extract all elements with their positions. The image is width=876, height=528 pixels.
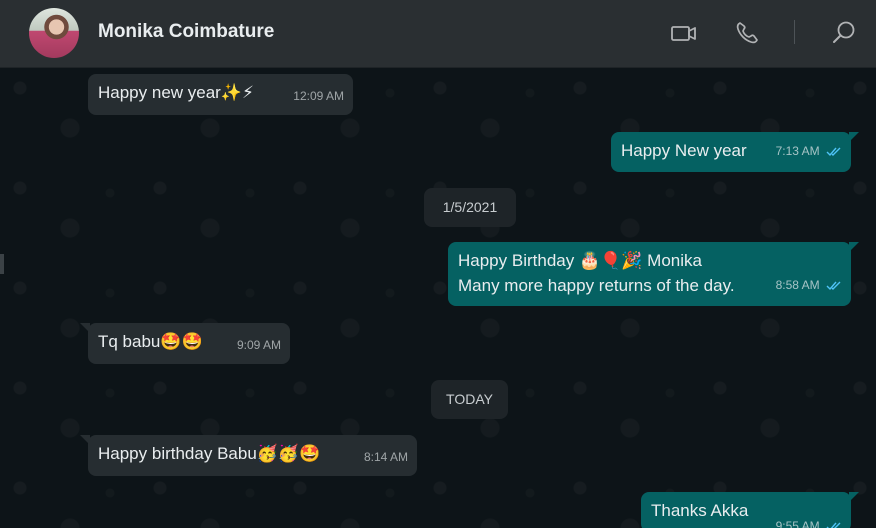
scrollbar-thumb[interactable] — [0, 254, 4, 274]
message-bubble-incoming[interactable]: Happy birthday Babu🥳🥳🤩 8:14 AM — [80, 435, 417, 476]
message-text-line: Happy Birthday 🎂🎈🎉 Monika — [458, 251, 702, 270]
message-text: Happy new year✨⚡ — [98, 83, 254, 102]
chat-header: Monika Coimbature — [0, 0, 876, 68]
message-time: 7:13 AM — [775, 144, 820, 158]
message-bubble-outgoing[interactable]: Happy Birthday 🎂🎈🎉 Monika Many more happ… — [448, 242, 859, 306]
message-time: 9:55 AM — [775, 519, 820, 528]
message-time: 8:14 AM — [363, 450, 408, 464]
message-bubble-outgoing[interactable]: Happy New year 7:13 AM — [611, 132, 859, 172]
read-receipt-icon — [826, 141, 842, 166]
read-receipt-icon — [826, 275, 842, 300]
message-meta: 8:58 AM — [776, 273, 842, 300]
contact-name[interactable]: Monika Coimbature — [98, 21, 274, 43]
message-time: 12:09 AM — [293, 89, 344, 103]
message-meta: 9:55 AM — [776, 514, 842, 528]
date-divider: 1/5/2021 — [424, 188, 516, 227]
message-bubble-incoming[interactable]: Happy new year✨⚡ 12:09 AM — [88, 74, 353, 115]
search-icon[interactable] — [830, 19, 858, 47]
contact-avatar[interactable] — [29, 8, 79, 58]
message-text: Tq babu🤩🤩 — [98, 332, 203, 351]
date-divider: TODAY — [431, 380, 508, 419]
message-meta: 7:13 AM — [776, 139, 842, 166]
message-text: Happy birthday Babu🥳🥳🤩 — [98, 444, 321, 463]
video-call-icon[interactable] — [670, 19, 698, 47]
message-time: 9:09 AM — [236, 338, 281, 352]
header-divider — [794, 20, 795, 44]
message-text: Thanks Akka — [651, 501, 749, 520]
message-time: 8:58 AM — [775, 278, 820, 292]
read-receipt-icon — [826, 516, 842, 528]
chat-messages-pane[interactable]: Happy new year✨⚡ 12:09 AM Happy New year… — [0, 68, 876, 528]
message-text: Happy New year — [621, 141, 747, 160]
voice-call-icon[interactable] — [733, 19, 761, 47]
message-bubble-outgoing[interactable]: Thanks Akka 9:55 AM — [641, 492, 859, 528]
message-bubble-incoming[interactable]: Tq babu🤩🤩 9:09 AM — [80, 323, 290, 364]
